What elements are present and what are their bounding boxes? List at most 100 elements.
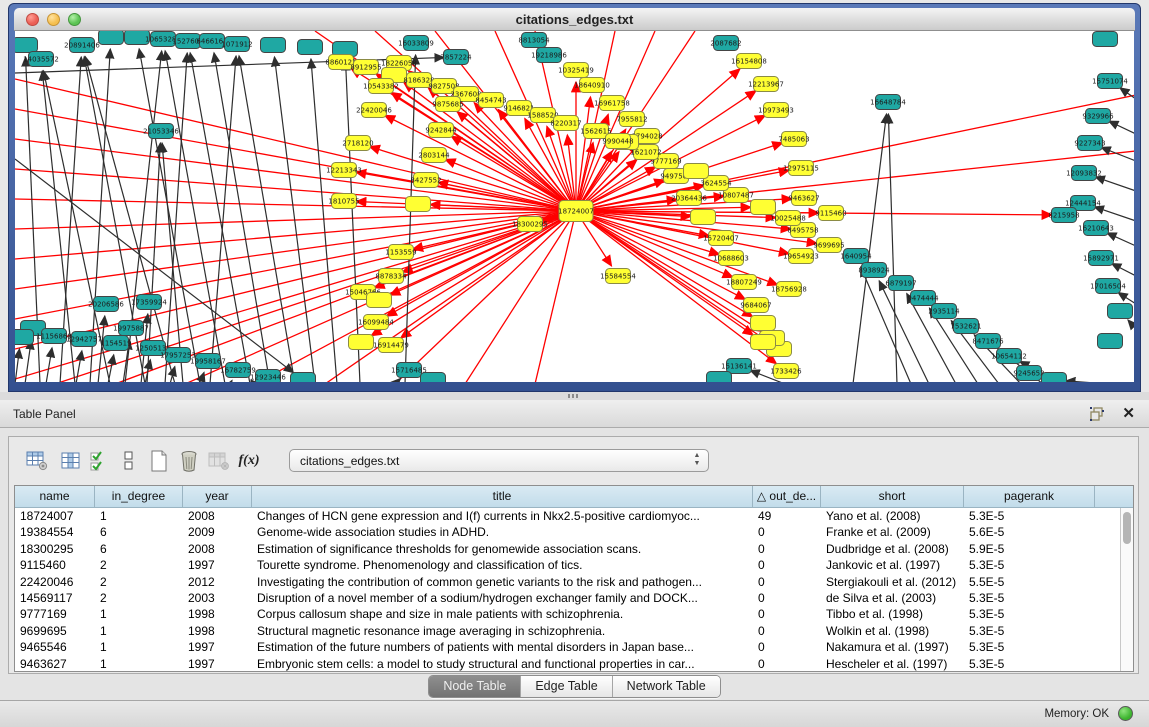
table-row[interactable]: 1830029562008Estimation of significance … bbox=[15, 541, 1120, 557]
network-node[interactable] bbox=[751, 335, 776, 350]
table-row[interactable]: 946362711997Embryonic stem cells: a mode… bbox=[15, 656, 1120, 671]
network-node[interactable] bbox=[707, 372, 732, 383]
network-node[interactable] bbox=[15, 38, 38, 53]
network-node[interactable]: 22420046 bbox=[356, 103, 392, 118]
network-node[interactable]: 16914479 bbox=[373, 338, 409, 353]
table-row[interactable]: 1872400712008Changes of HCN gene express… bbox=[15, 508, 1120, 524]
network-window-titlebar[interactable]: citations_edges.txt bbox=[14, 8, 1135, 31]
network-node[interactable]: 15720407 bbox=[703, 231, 739, 246]
network-node[interactable]: 16961758 bbox=[594, 96, 630, 111]
network-node[interactable] bbox=[349, 335, 374, 350]
network-node[interactable]: 17359924 bbox=[131, 295, 167, 310]
network-node[interactable]: 15584554 bbox=[600, 269, 636, 284]
table-selector-dropdown[interactable]: citations_edges.txt ▲▼ bbox=[289, 449, 709, 472]
network-node[interactable]: 16099484 bbox=[358, 315, 394, 330]
network-node[interactable] bbox=[1093, 32, 1118, 47]
memory-status-indicator[interactable] bbox=[1118, 706, 1133, 721]
show-columns-icon[interactable] bbox=[59, 449, 83, 473]
network-node[interactable]: 10025488 bbox=[770, 211, 806, 226]
network-node[interactable]: 21053346 bbox=[143, 124, 179, 139]
network-node[interactable]: 9115460 bbox=[815, 206, 846, 221]
network-node[interactable] bbox=[367, 293, 392, 308]
network-node[interactable]: 1154519 bbox=[100, 336, 131, 351]
network-node[interactable]: 8912955 bbox=[350, 60, 381, 75]
network-node[interactable]: 6879197 bbox=[885, 276, 916, 291]
tab-edge-table[interactable]: Edge Table bbox=[521, 676, 612, 697]
column-header-short[interactable]: short bbox=[821, 486, 964, 507]
network-node[interactable]: 1733426 bbox=[770, 364, 802, 379]
network-node[interactable]: 9684067 bbox=[740, 298, 771, 313]
network-node[interactable]: 10654112 bbox=[991, 349, 1027, 364]
network-node[interactable]: 12093832 bbox=[1066, 166, 1102, 181]
function-builder-icon[interactable]: f(x) bbox=[237, 449, 261, 473]
network-node[interactable]: 20891406 bbox=[64, 38, 100, 53]
network-node[interactable]: 8878334 bbox=[375, 269, 407, 284]
network-node[interactable]: 9875685 bbox=[432, 97, 463, 112]
column-header-in_degree[interactable]: in_degree bbox=[95, 486, 183, 507]
network-node[interactable]: 7485063 bbox=[778, 132, 809, 147]
create-table-icon[interactable] bbox=[147, 449, 171, 473]
network-node[interactable]: 14035572 bbox=[23, 52, 59, 67]
network-node[interactable] bbox=[691, 210, 716, 225]
network-node[interactable]: 8471676 bbox=[972, 334, 1004, 349]
network-node[interactable]: 12975115 bbox=[783, 161, 819, 176]
network-node[interactable] bbox=[15, 330, 34, 345]
network-node[interactable]: 9242844 bbox=[425, 123, 457, 138]
table-row[interactable]: 1938455462009Genome-wide association stu… bbox=[15, 524, 1120, 540]
network-node[interactable]: 16033809 bbox=[398, 36, 434, 51]
network-node[interactable] bbox=[421, 373, 446, 383]
network-node[interactable] bbox=[751, 316, 776, 331]
network-node[interactable] bbox=[1042, 373, 1067, 383]
network-node[interactable]: 8427552 bbox=[410, 173, 441, 188]
network-node[interactable]: 18756928 bbox=[771, 282, 807, 297]
network-node[interactable]: 2087682 bbox=[710, 36, 741, 51]
network-node[interactable]: 7857224 bbox=[440, 50, 472, 65]
network-node[interactable]: 16648784 bbox=[870, 95, 906, 110]
network-node-hub[interactable]: 18724007 bbox=[558, 201, 594, 222]
column-header-title[interactable]: title bbox=[252, 486, 753, 507]
network-node[interactable]: 1810755 bbox=[328, 194, 359, 209]
network-node[interactable]: 12213967 bbox=[748, 77, 784, 92]
network-node[interactable] bbox=[261, 38, 286, 53]
network-node[interactable]: 9699695 bbox=[813, 238, 844, 253]
network-node[interactable] bbox=[1098, 334, 1123, 349]
network-node[interactable]: 10973493 bbox=[758, 103, 794, 118]
delete-table-icon[interactable] bbox=[177, 449, 201, 473]
table-row[interactable]: 969969511998Structural magnetic resonanc… bbox=[15, 623, 1120, 639]
network-node[interactable]: 12942757 bbox=[66, 332, 102, 347]
tab-network-table[interactable]: Network Table bbox=[613, 676, 720, 697]
network-node[interactable] bbox=[406, 197, 431, 212]
network-node[interactable]: 9329966 bbox=[1082, 109, 1114, 124]
network-node[interactable] bbox=[291, 373, 316, 383]
network-node[interactable]: 19654923 bbox=[783, 249, 819, 264]
network-node[interactable]: 19218986 bbox=[531, 48, 567, 63]
table-row[interactable]: 946554611997Estimation of the future num… bbox=[15, 639, 1120, 655]
network-node[interactable]: 10543382 bbox=[363, 79, 399, 94]
network-node[interactable]: 10325419 bbox=[558, 63, 594, 78]
column-header-name[interactable]: name bbox=[15, 486, 95, 507]
table-scrollbar-thumb[interactable] bbox=[1123, 512, 1131, 544]
network-node[interactable]: 8220317 bbox=[550, 116, 581, 131]
table-scrollbar[interactable] bbox=[1120, 508, 1133, 671]
tab-node-table[interactable]: Node Table bbox=[429, 676, 521, 697]
network-node[interactable]: 12213343 bbox=[326, 163, 362, 178]
select-rows-icon[interactable] bbox=[87, 449, 111, 473]
network-node[interactable]: 18640910 bbox=[574, 78, 610, 93]
network-node[interactable]: 17016504 bbox=[1090, 279, 1126, 294]
network-node[interactable]: 9990448 bbox=[602, 134, 633, 149]
network-node[interactable]: 9227343 bbox=[1074, 136, 1105, 151]
network-node[interactable]: 8938924 bbox=[858, 263, 890, 278]
panel-split-divider[interactable] bbox=[0, 392, 1149, 400]
network-node[interactable]: 2718120 bbox=[342, 136, 373, 151]
network-node[interactable]: 7532621 bbox=[950, 319, 981, 334]
network-node[interactable] bbox=[684, 164, 709, 179]
network-node[interactable]: 8215958 bbox=[1048, 208, 1079, 223]
network-node[interactable]: 9245652 bbox=[1013, 366, 1044, 381]
network-node[interactable] bbox=[298, 40, 323, 55]
network-node[interactable]: 18807249 bbox=[726, 275, 762, 290]
network-node[interactable]: 2935114 bbox=[928, 304, 960, 319]
network-node[interactable]: 8454743 bbox=[475, 93, 506, 108]
column-header-pagerank[interactable]: pagerank bbox=[964, 486, 1095, 507]
table-row[interactable]: 977716911998Corpus callosum shape and si… bbox=[15, 606, 1120, 622]
network-node[interactable]: 7955812 bbox=[616, 112, 647, 127]
